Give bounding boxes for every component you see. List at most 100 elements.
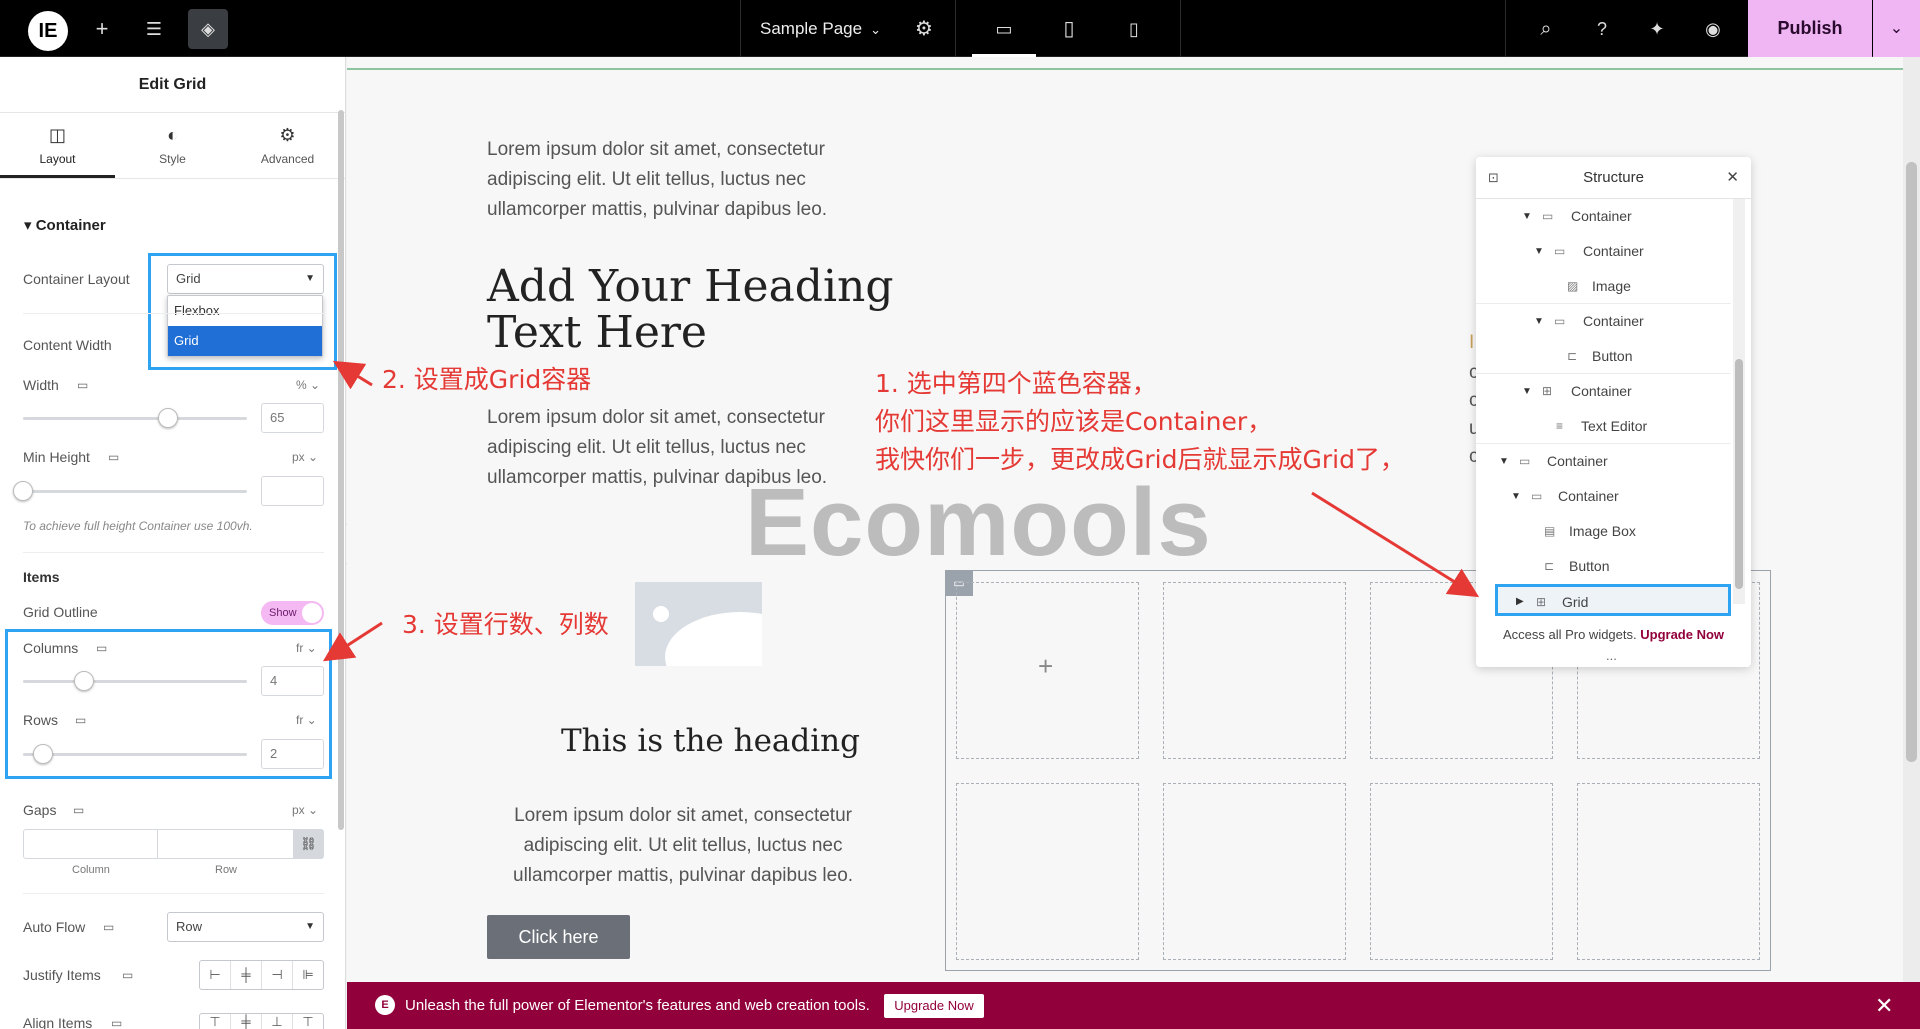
site-settings-icon[interactable]: ☰: [140, 15, 168, 43]
click-here-button[interactable]: Click here: [487, 915, 630, 959]
tab-advanced[interactable]: ⚙ Advanced: [230, 113, 345, 178]
align-end-icon[interactable]: ⊥: [262, 1014, 293, 1029]
tab-style[interactable]: ◐ Style: [115, 113, 230, 178]
add-widget-plus-icon[interactable]: +: [1038, 651, 1053, 682]
structure-item-text-editor[interactable]: ≡ Text Editor: [1476, 409, 1731, 444]
more-icon[interactable]: ...: [1606, 648, 1617, 663]
width-slider-handle[interactable]: [158, 408, 178, 428]
structure-collapse-icon[interactable]: ⊡: [1488, 157, 1499, 199]
layers-icon[interactable]: ◈: [194, 15, 222, 43]
caret-down-icon[interactable]: ▼: [1534, 234, 1544, 269]
desktop-responsive-icon[interactable]: ▭: [108, 450, 119, 464]
tab-layout[interactable]: ◫ Layout: [0, 113, 115, 178]
caret-down-icon[interactable]: ▼: [1534, 304, 1544, 339]
width-slider-track[interactable]: [23, 417, 247, 420]
mobile-device-icon[interactable]: ▯: [1120, 15, 1148, 43]
link-values-icon[interactable]: ⛓: [293, 829, 324, 859]
desktop-responsive-icon[interactable]: ▭: [122, 968, 133, 982]
caret-down-icon[interactable]: ▼: [1499, 444, 1509, 479]
structure-item-button[interactable]: ⊏ Button: [1476, 339, 1731, 374]
toggle-knob: [302, 603, 322, 623]
annotation-step-3: 3. 设置行数、列数: [402, 610, 609, 639]
desktop-responsive-icon[interactable]: ▭: [103, 920, 114, 934]
tablet-device-icon[interactable]: ▯: [1055, 15, 1083, 43]
close-icon[interactable]: ✕: [1726, 157, 1739, 199]
structure-item-container[interactable]: ▼ ▭ Container: [1476, 479, 1731, 514]
publish-button[interactable]: Publish: [1748, 0, 1872, 57]
elementor-logo-icon[interactable]: IE: [28, 11, 68, 51]
image-placeholder[interactable]: [635, 582, 762, 666]
structure-item-image[interactable]: ▨ Image: [1476, 269, 1731, 304]
button-icon: ⊏: [1544, 559, 1555, 573]
banner-upgrade-button[interactable]: Upgrade Now: [884, 994, 984, 1018]
section-container-toggle[interactable]: ▾ Container: [24, 216, 106, 234]
align-stretch-icon[interactable]: ⊤: [293, 1014, 323, 1029]
desktop-responsive-icon[interactable]: ▭: [77, 378, 88, 392]
caret-down-icon[interactable]: ▼: [1522, 199, 1532, 234]
structure-scrollbar[interactable]: [1733, 199, 1745, 604]
unit-value: px: [292, 803, 305, 817]
image-box-description[interactable]: Lorem ipsum dolor sit amet, consectetur …: [513, 801, 853, 891]
min-height-slider-handle[interactable]: [13, 481, 33, 501]
scrollbar-thumb[interactable]: [1906, 162, 1917, 762]
grid-cell[interactable]: [1163, 783, 1346, 960]
structure-item-container[interactable]: ▼ ▭ Container: [1476, 234, 1731, 269]
add-element-icon[interactable]: +: [88, 15, 116, 43]
justify-end-icon[interactable]: ⊣: [262, 961, 293, 989]
grid-cell[interactable]: [956, 783, 1139, 960]
justify-stretch-icon[interactable]: ⊫: [293, 961, 323, 989]
grid-cell[interactable]: [1370, 783, 1553, 960]
gaps-unit-select[interactable]: px ⌄: [292, 803, 318, 817]
publish-options-chevron-icon[interactable]: ⌄: [1873, 0, 1920, 57]
align-start-icon[interactable]: ⊤: [200, 1014, 231, 1029]
structure-item-label: Button: [1569, 558, 1610, 574]
structure-item-container[interactable]: ▼ ▭ Container: [1476, 199, 1731, 234]
justify-start-icon[interactable]: ⊢: [200, 961, 231, 989]
width-unit-select[interactable]: % ⌄: [296, 378, 320, 392]
caret-down-icon[interactable]: ▼: [1511, 479, 1521, 514]
annotation-line: 1. 选中第四个蓝色容器，: [875, 369, 1157, 398]
desktop-responsive-icon[interactable]: ▭: [111, 1016, 122, 1029]
structure-item-container[interactable]: ▼ ▭ Container: [1476, 304, 1731, 339]
heading-widget[interactable]: Add Your Heading Text Here: [487, 264, 894, 356]
min-height-slider-track[interactable]: [23, 490, 247, 493]
grid-outline-toggle[interactable]: Show: [261, 601, 324, 625]
whats-new-gift-icon[interactable]: ✦: [1643, 15, 1671, 43]
width-input[interactable]: 65: [261, 403, 324, 433]
text-line: ullamcorper mattis, pulvinar dapibus leo…: [513, 865, 854, 886]
search-icon[interactable]: ⌕: [1532, 15, 1560, 43]
image-box-heading[interactable]: This is the heading: [561, 723, 860, 759]
gap-row-input[interactable]: [157, 829, 294, 859]
upgrade-now-link[interactable]: Upgrade Now: [1640, 627, 1724, 642]
structure-item-button[interactable]: ⊏ Button: [1476, 549, 1731, 584]
structure-item-label: Container: [1583, 243, 1644, 259]
grid-cell[interactable]: [1577, 783, 1760, 960]
help-icon[interactable]: ?: [1588, 15, 1616, 43]
desktop-device-icon[interactable]: ▭: [990, 15, 1018, 43]
structure-item-grid[interactable]: ▶ ⊞ Grid: [1495, 584, 1731, 616]
desktop-responsive-icon[interactable]: ▭: [73, 803, 84, 817]
divider: [23, 552, 324, 553]
min-height-input[interactable]: [261, 476, 324, 506]
preview-eye-icon[interactable]: ◉: [1699, 15, 1727, 43]
text-editor-paragraph[interactable]: Lorem ipsum dolor sit amet, consectetur …: [487, 135, 827, 225]
align-center-icon[interactable]: ╪: [231, 1014, 262, 1029]
gap-column-input[interactable]: [23, 829, 158, 859]
panel-scrollbar[interactable]: [338, 110, 344, 830]
page-title-dropdown[interactable]: Sample Page ⌄: [760, 0, 881, 57]
canvas-scrollbar[interactable]: [1903, 57, 1920, 982]
page-settings-gear-icon[interactable]: ⚙: [910, 15, 938, 43]
justify-center-icon[interactable]: ╪: [231, 961, 262, 989]
scrollbar-thumb[interactable]: [1735, 359, 1743, 589]
close-icon[interactable]: ✕: [1875, 982, 1893, 1029]
grid-cell[interactable]: [1163, 582, 1346, 759]
structure-item-image-box[interactable]: ▤ Image Box: [1476, 514, 1731, 549]
min-height-unit-select[interactable]: px ⌄: [292, 450, 318, 464]
structure-item-container[interactable]: ▼ ⊞ Container: [1476, 374, 1731, 409]
auto-flow-select[interactable]: Row ▼: [167, 912, 324, 942]
caret-right-icon[interactable]: ▶: [1516, 587, 1524, 617]
pro-widgets-text: Access all Pro widgets.: [1502, 627, 1637, 642]
caret-down-icon[interactable]: ▼: [1522, 374, 1532, 409]
separator: [1505, 0, 1506, 57]
structure-item-container[interactable]: ▼ ▭ Container: [1476, 444, 1731, 479]
